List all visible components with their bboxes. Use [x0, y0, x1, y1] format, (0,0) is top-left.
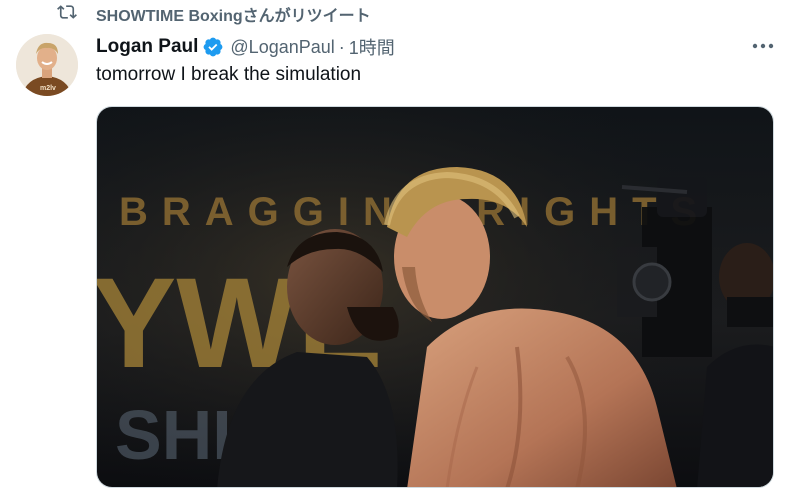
more-options-button[interactable]	[750, 36, 776, 56]
tweet-header: Logan Paul @LoganPaul · 1時間	[96, 34, 395, 60]
svg-text:m2lv: m2lv	[40, 85, 56, 92]
photo-image: BRAGGING RIGHTS YWE SHI	[97, 107, 773, 487]
svg-text:SHI: SHI	[115, 396, 232, 474]
tweet-text: tomorrow I break the simulation	[96, 64, 362, 85]
retweet-context-label[interactable]: SHOWTIME Boxingさんがリツイート	[96, 2, 371, 26]
tweet-timestamp[interactable]: 1時間	[349, 34, 395, 60]
tweet-card[interactable]: SHOWTIME Boxingさんがリツイート m2lv Logan Paul …	[0, 0, 800, 497]
more-dots-icon	[752, 43, 774, 49]
author-handle[interactable]: @LoganPaul	[230, 37, 334, 58]
author-display-name[interactable]: Logan Paul	[96, 36, 198, 58]
separator-dot: ·	[338, 36, 345, 57]
retweet-icon	[56, 2, 78, 22]
tweet-photo[interactable]: BRAGGING RIGHTS YWE SHI	[96, 106, 774, 488]
avatar[interactable]: m2lv	[16, 34, 78, 96]
verified-badge-icon	[204, 37, 223, 57]
